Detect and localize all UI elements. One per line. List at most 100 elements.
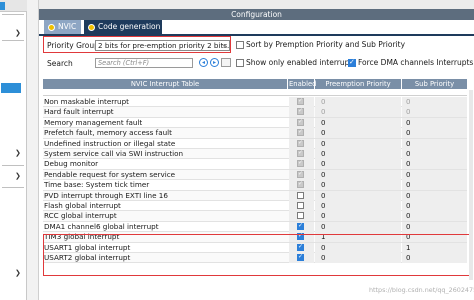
preemption-priority-value[interactable]: 0 [315, 169, 401, 180]
search-previous-icon[interactable]: ◂ [199, 58, 208, 67]
sub-priority-value[interactable]: 0 [402, 169, 467, 180]
column-header-preemption[interactable]: Preemption Priority [315, 79, 402, 89]
search-input[interactable]: Search (Ctrl+F) [95, 58, 193, 68]
force-dma-label: Force DMA channels Interrupts [358, 58, 474, 67]
priority-group-value: 2 bits for pre-emption priority 2 bits..… [98, 41, 230, 50]
enabled-cell [289, 117, 314, 128]
sub-priority-value[interactable]: 0 [402, 159, 467, 170]
left-panel: ❯ ❯ ❯ ❯ [0, 0, 27, 300]
tab-nvic[interactable]: NVIC [44, 20, 81, 34]
enabled-checkbox [297, 180, 304, 189]
enabled-cell [289, 201, 314, 211]
separator [2, 40, 24, 41]
preemption-priority-value[interactable]: 0 [315, 201, 401, 211]
search-next-icon[interactable]: ▸ [210, 58, 219, 67]
sub-priority-value[interactable]: 0 [402, 128, 467, 139]
selected-item-marker[interactable] [1, 83, 21, 93]
search-label: Search [47, 59, 73, 68]
expand-arrow-icon[interactable]: ❯ [15, 173, 21, 180]
column-header-sub-priority[interactable]: Sub Priority [402, 79, 467, 89]
preemption-priority-value[interactable]: 0 [315, 138, 401, 149]
table-row[interactable]: Prefetch fault, memory access fault 00 [43, 128, 467, 139]
table-row[interactable]: Debug monitor 00 [43, 159, 467, 170]
enabled-cell [289, 107, 314, 118]
interrupt-name: Debug monitor [44, 159, 99, 169]
interrupt-name: Prefetch fault, memory access fault [44, 128, 172, 138]
interrupt-name: DMA1 channel6 global interrupt [44, 221, 159, 231]
preemption-priority-value[interactable]: 0 [315, 190, 401, 201]
interrupt-name: Time base: System tick timer [44, 180, 150, 190]
preemption-priority-value[interactable]: 0 [315, 149, 401, 159]
sub-priority-value[interactable]: 0 [402, 180, 467, 191]
preemption-priority-value[interactable]: 0 [315, 221, 401, 232]
preemption-priority-value[interactable]: 0 [315, 211, 401, 222]
enabled-cell [289, 128, 314, 139]
expand-arrow-icon[interactable]: ❯ [15, 150, 21, 157]
show-enabled-checkbox[interactable] [236, 59, 244, 67]
preemption-priority-value[interactable]: 0 [315, 180, 401, 191]
priority-group-label: Priority Group [47, 41, 99, 50]
enabled-cell [289, 190, 314, 201]
tab-label: NVIC [58, 22, 77, 31]
force-dma-checkbox[interactable] [348, 58, 356, 67]
table-row[interactable]: Flash global interrupt 0 0 [43, 201, 467, 212]
vertical-scrollbar[interactable] [469, 90, 473, 280]
enabled-checkbox [297, 128, 304, 137]
preemption-priority-value[interactable]: 0 [315, 128, 401, 139]
enabled-cell [289, 159, 314, 170]
interrupt-name: Flash global interrupt [44, 201, 121, 210]
table-row[interactable]: Undefined instruction or illegal state 00 [43, 138, 467, 149]
column-header-name[interactable]: NVIC Interrupt Table [43, 79, 288, 89]
separator [2, 165, 24, 166]
sub-priority-value[interactable]: 0 [402, 211, 467, 222]
preemption-priority-value[interactable]: 0 [315, 107, 401, 118]
sub-priority-value[interactable]: 0 [402, 117, 467, 128]
sub-priority-value[interactable]: 0 [402, 201, 467, 211]
interrupt-name: Pendable request for system service [44, 169, 176, 179]
chevron-down-icon: ⌵ [221, 41, 227, 49]
expand-arrow-icon[interactable]: ❯ [15, 270, 21, 277]
sub-priority-value[interactable]: 0 [402, 149, 467, 159]
watermark-text: https://blog.csdn.net/qq_2602475... [369, 286, 474, 294]
table-row[interactable]: DMA1 channel6 global interrupt 00 [43, 221, 467, 233]
sub-priority-value[interactable]: 0 [402, 97, 467, 107]
sub-priority-value[interactable]: 0 [402, 221, 467, 232]
enabled-checkbox [297, 170, 304, 178]
status-dot-icon [48, 23, 55, 31]
column-header-enabled[interactable]: Enabled [289, 79, 316, 89]
panel-splitter[interactable] [27, 0, 39, 300]
table-row[interactable]: Hard fault interrupt 00 [43, 107, 467, 118]
enabled-checkbox [297, 107, 304, 116]
enabled-cell [289, 169, 314, 180]
interrupt-name: Hard fault interrupt [44, 107, 114, 117]
priority-group-select[interactable]: 2 bits for pre-emption priority 2 bits..… [95, 40, 230, 51]
table-row[interactable]: Memory management fault 00 [43, 117, 467, 129]
preemption-priority-value[interactable]: 0 [315, 117, 401, 128]
sort-priority-checkbox[interactable] [236, 41, 244, 49]
table-row[interactable]: System service call via SWI instruction 0… [43, 149, 467, 160]
search-options-button[interactable] [221, 58, 231, 67]
sub-priority-value[interactable]: 0 [402, 107, 467, 118]
table-header-spacer [43, 89, 467, 96]
table-row[interactable]: PVD interrupt through EXTI line 16 0 0 [43, 190, 467, 201]
table-row[interactable]: Non maskable interrupt 00 [43, 97, 467, 108]
enabled-checkbox[interactable] [297, 212, 304, 220]
preemption-priority-value[interactable]: 0 [315, 159, 401, 170]
sub-priority-value[interactable]: 0 [402, 138, 467, 149]
sort-priority-label: Sort by Premption Priority and Sub Prior… [246, 40, 406, 49]
collapse-arrow-icon[interactable]: ❯ [15, 30, 21, 37]
tab-code-generation[interactable]: Code generation [84, 20, 162, 34]
enabled-checkbox[interactable] [297, 191, 304, 199]
table-row[interactable]: Time base: System tick timer 00 [43, 180, 467, 191]
sub-priority-value[interactable]: 0 [402, 190, 467, 201]
table-row[interactable]: RCC global interrupt 0 0 [43, 211, 467, 222]
table-row[interactable]: Pendable request for system service 00 [43, 169, 467, 181]
preemption-priority-value[interactable]: 0 [315, 97, 401, 107]
enabled-checkbox[interactable] [297, 222, 304, 230]
enabled-cell [289, 97, 314, 107]
table-header: NVIC Interrupt Table Enabled Preemption … [43, 79, 467, 89]
status-dot-icon [88, 23, 95, 31]
enabled-checkbox[interactable] [297, 202, 304, 209]
interrupt-name: Non maskable interrupt [44, 97, 129, 106]
interrupt-name: System service call via SWI instruction [44, 149, 184, 158]
